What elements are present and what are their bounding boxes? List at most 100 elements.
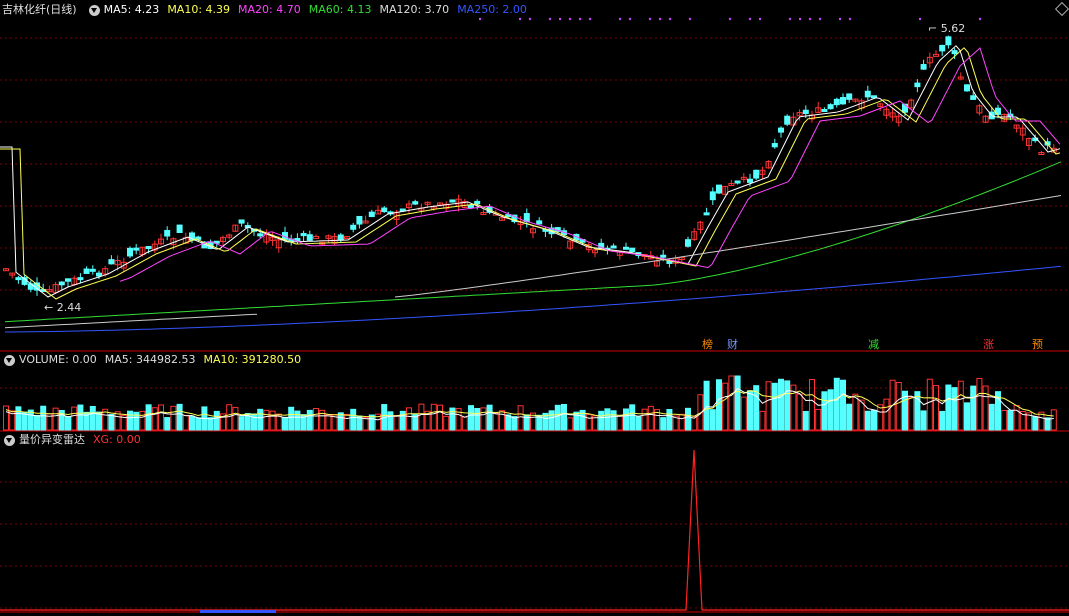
volume-bar bbox=[896, 382, 901, 430]
candle-body bbox=[717, 185, 722, 193]
ma250-label: MA250: 2.00 bbox=[457, 0, 527, 20]
volume-collapse-icon[interactable] bbox=[4, 355, 15, 366]
ma120-line bbox=[395, 196, 1061, 298]
volume-bar bbox=[624, 409, 629, 430]
candle-body bbox=[314, 236, 319, 238]
candle-body bbox=[686, 240, 691, 247]
candle-body bbox=[779, 128, 784, 132]
volume-bar bbox=[1033, 417, 1038, 430]
volume-bar bbox=[90, 406, 95, 430]
candle-body bbox=[97, 273, 102, 276]
event-tag-yu[interactable]: 预 bbox=[1030, 338, 1045, 351]
volume-bar bbox=[704, 381, 709, 430]
volume-bar bbox=[611, 411, 616, 430]
volume-bar bbox=[16, 407, 21, 430]
candle-body bbox=[239, 220, 244, 223]
volume-bar bbox=[958, 381, 963, 430]
volume-bar bbox=[816, 409, 821, 430]
candle-body bbox=[90, 269, 95, 271]
candle-body bbox=[450, 200, 455, 202]
candle-body bbox=[524, 214, 529, 222]
candle-body bbox=[748, 179, 753, 182]
volume-bar bbox=[140, 411, 145, 430]
candlestick-chart[interactable]: ⌐ 5.62 ← 2.44 bbox=[0, 0, 1069, 352]
volume-bar bbox=[983, 386, 988, 430]
event-tag-jian[interactable]: 减 bbox=[866, 338, 881, 351]
volume-chart-panel[interactable]: VOLUME: 0.00 MA5: 344982.53 MA10: 391280… bbox=[0, 352, 1069, 432]
candle-body bbox=[971, 96, 976, 100]
volume-bar bbox=[884, 399, 889, 430]
volume-label: VOLUME: 0.00 bbox=[19, 352, 97, 368]
volume-bar bbox=[729, 376, 734, 430]
volume-bar bbox=[239, 417, 244, 430]
price-header: 吉林化纤(日线) MA5: 4.23 MA10: 4.39 MA20: 4.70… bbox=[0, 0, 1069, 20]
candle-body bbox=[803, 110, 808, 113]
volume-bar bbox=[326, 415, 331, 430]
volume-bar bbox=[785, 381, 790, 430]
volume-bar bbox=[518, 406, 523, 430]
ma5-label: MA5: 4.23 bbox=[104, 0, 160, 20]
volume-bar bbox=[233, 407, 238, 430]
price-chart-panel[interactable]: ⌐ 5.62 ← 2.44 吉林化纤(日线) MA5: 4.23 MA10: 4.… bbox=[0, 0, 1069, 352]
candle-body bbox=[357, 216, 362, 224]
volume-bar bbox=[78, 405, 83, 430]
low-price-label: ← 2.44 bbox=[44, 301, 81, 314]
candle-body bbox=[667, 261, 672, 263]
volume-header: VOLUME: 0.00 MA5: 344982.53 MA10: 391280… bbox=[0, 352, 1069, 368]
volume-bar bbox=[462, 417, 467, 430]
volume-bar bbox=[177, 404, 182, 430]
volume-bar bbox=[1014, 406, 1019, 430]
indicator-chart-panel[interactable]: 量价异变雷达 XG: 0.00 bbox=[0, 432, 1069, 616]
volume-bar bbox=[252, 414, 257, 430]
ma5-line bbox=[0, 46, 1060, 297]
volume-bar bbox=[810, 380, 815, 430]
volume-bar bbox=[146, 405, 151, 430]
volume-bar bbox=[1002, 410, 1007, 430]
candle-body bbox=[469, 205, 474, 207]
volume-bar bbox=[469, 406, 474, 430]
xg-label: XG: 0.00 bbox=[93, 432, 141, 448]
volume-bar bbox=[338, 413, 343, 430]
volume-bar bbox=[686, 408, 691, 430]
volume-bar bbox=[369, 415, 374, 430]
candle-body bbox=[915, 83, 920, 87]
high-price-label: ⌐ 5.62 bbox=[928, 22, 965, 35]
candle-body bbox=[165, 230, 170, 236]
radar-indicator-chart[interactable] bbox=[0, 432, 1069, 616]
volume-bar bbox=[772, 383, 777, 430]
candle-body bbox=[338, 235, 343, 240]
event-tag-bang[interactable]: 榜 bbox=[700, 338, 715, 351]
vol-ma10-label: MA10: 391280.50 bbox=[203, 352, 301, 368]
candle-body bbox=[921, 65, 926, 70]
volume-bar bbox=[1008, 410, 1013, 430]
candle-body bbox=[177, 225, 182, 232]
event-tag-cai[interactable]: 财 bbox=[725, 338, 740, 351]
volume-bar bbox=[264, 410, 269, 430]
volume-bar bbox=[679, 414, 684, 430]
volume-bar bbox=[258, 409, 263, 430]
candle-body bbox=[134, 248, 139, 250]
collapse-toggle-icon[interactable] bbox=[89, 5, 100, 16]
volume-bar bbox=[35, 415, 40, 430]
indicator-collapse-icon[interactable] bbox=[4, 435, 15, 446]
volume-bar bbox=[599, 411, 604, 430]
candle-body bbox=[946, 37, 951, 45]
volume-bar bbox=[779, 379, 784, 430]
volume-bar bbox=[549, 411, 554, 430]
volume-bar bbox=[667, 409, 672, 430]
volume-bar bbox=[909, 397, 914, 430]
volume-bar bbox=[568, 418, 573, 430]
candle-body bbox=[865, 91, 870, 97]
volume-bar bbox=[159, 405, 164, 430]
event-tag-zhang[interactable]: 涨 bbox=[981, 338, 996, 351]
candle-body bbox=[661, 255, 666, 257]
candle-body bbox=[16, 278, 21, 280]
volume-bar bbox=[419, 404, 424, 430]
volume-bar bbox=[803, 411, 808, 430]
candle-body bbox=[351, 225, 356, 229]
volume-bar bbox=[431, 404, 436, 430]
volume-bar bbox=[878, 405, 883, 430]
volume-bar bbox=[797, 394, 802, 430]
volume-bar bbox=[53, 408, 58, 430]
candle-body bbox=[369, 212, 374, 216]
